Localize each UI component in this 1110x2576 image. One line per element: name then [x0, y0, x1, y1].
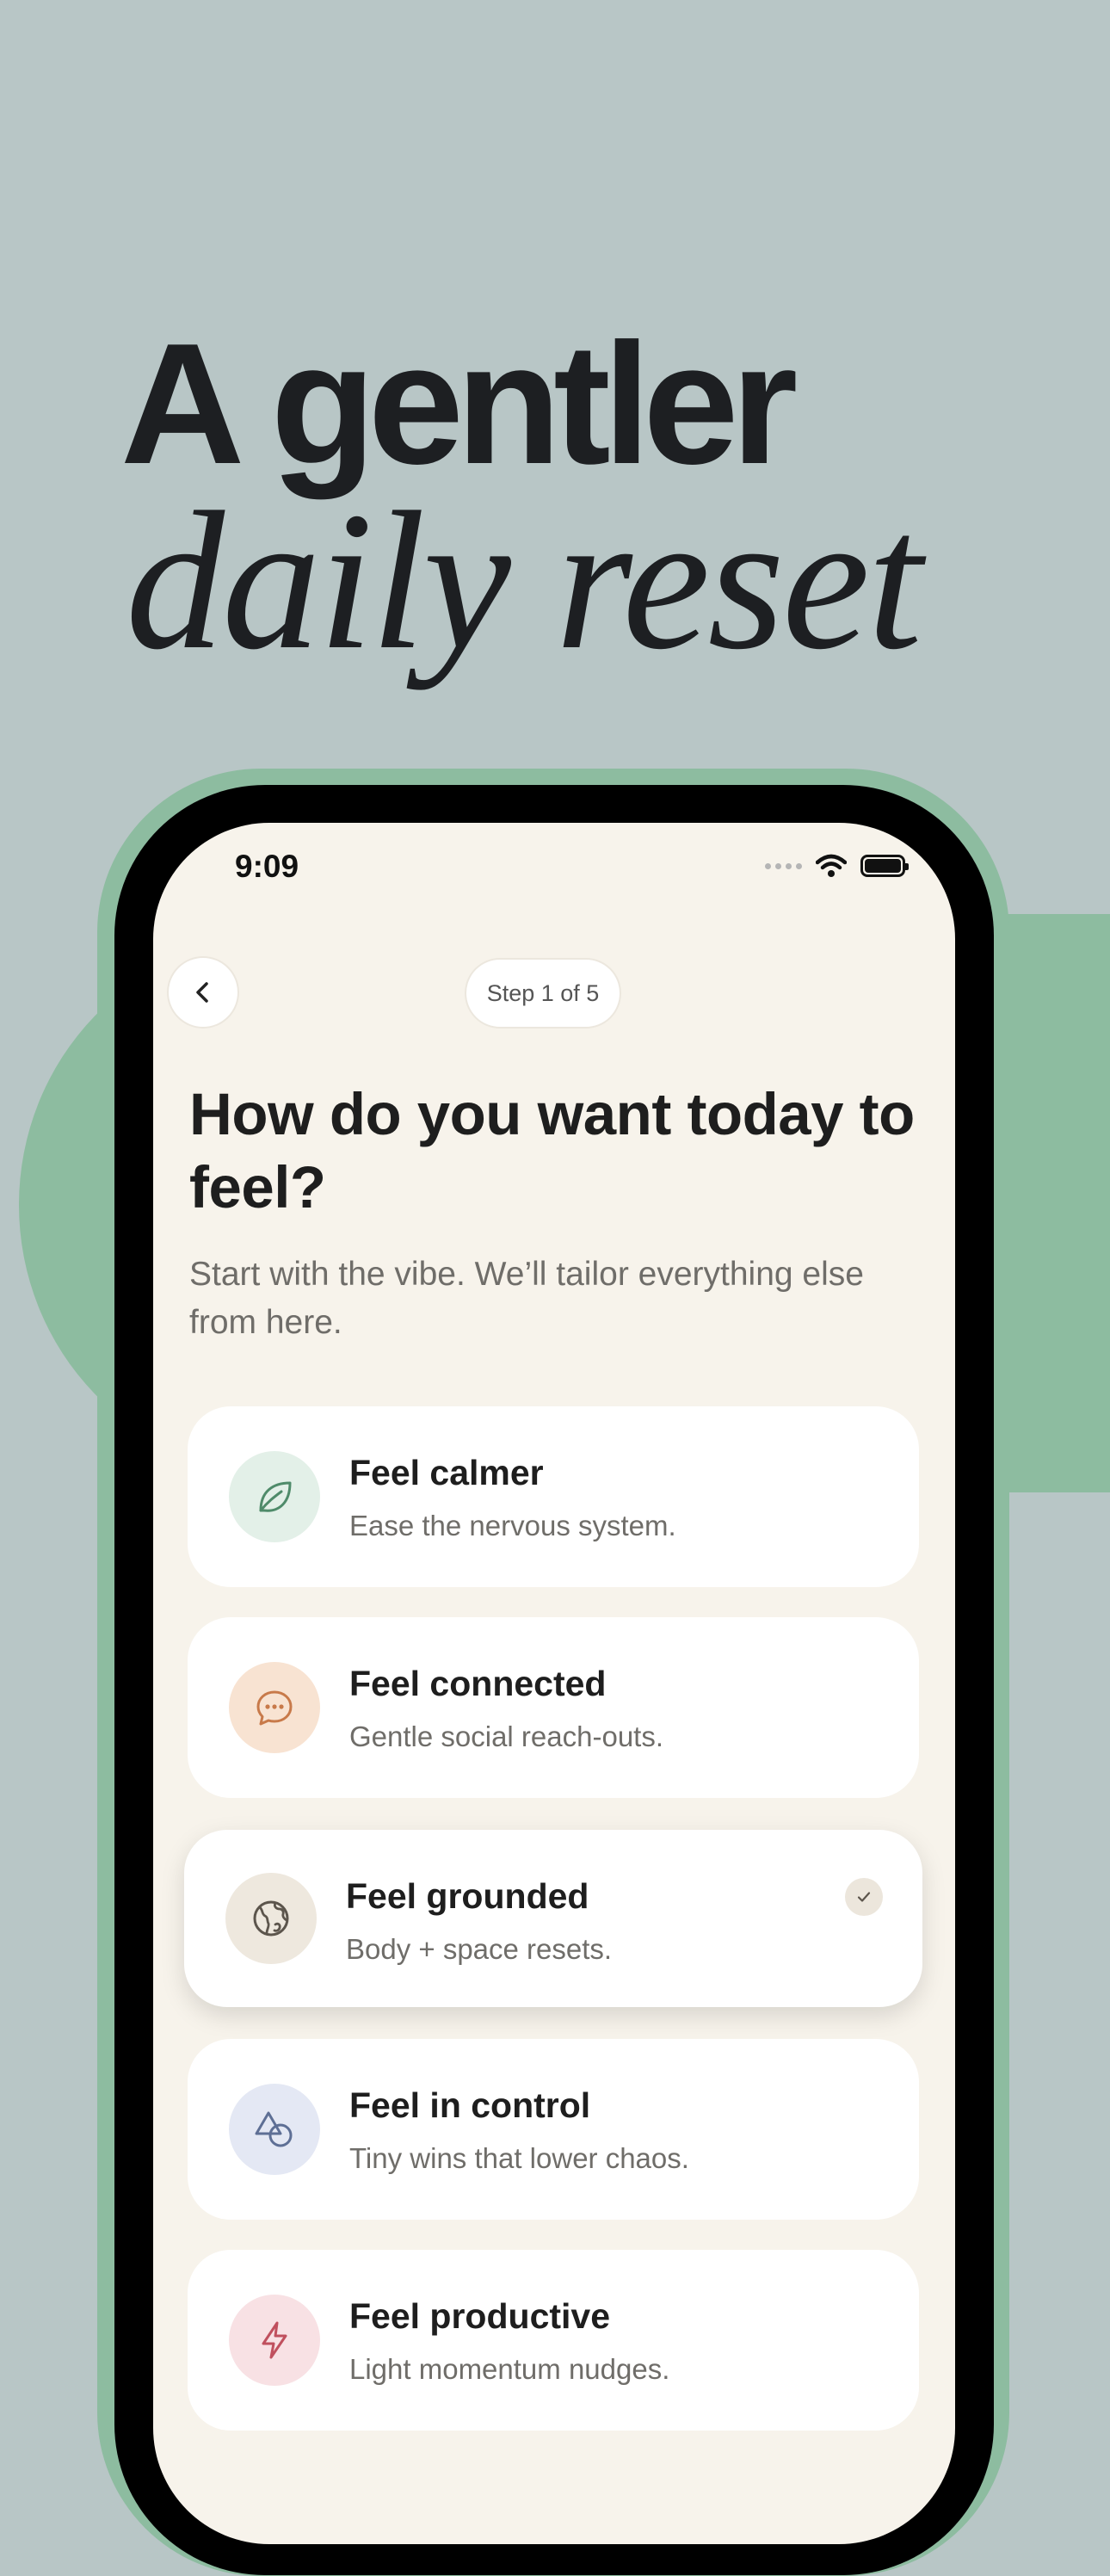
- page-subtitle: Start with the vibe. We’ll tailor everyt…: [189, 1256, 864, 1341]
- option-title: Feel in control: [349, 2085, 591, 2125]
- option-feel-in-control[interactable]: Feel in control Tiny wins that lower cha…: [188, 2039, 919, 2220]
- option-icon-bg: [229, 1662, 320, 1753]
- option-title: Feel grounded: [346, 1876, 589, 1916]
- option-feel-grounded[interactable]: Feel grounded Body + space resets.: [184, 1830, 922, 2007]
- option-feel-connected[interactable]: Feel connected Gentle social reach-outs.: [188, 1617, 919, 1798]
- selected-check-badge: [845, 1878, 883, 1916]
- chevron-left-icon: [196, 982, 208, 1003]
- shapes-icon: [255, 2111, 293, 2147]
- hero-headline: A gentler daily reset: [120, 308, 922, 690]
- phone-screen: 9:09 Step 1 of 5 How do you want today t…: [153, 823, 955, 2544]
- option-desc: Tiny wins that lower chaos.: [349, 2142, 689, 2174]
- option-icon-bg: [229, 1451, 320, 1542]
- option-icon-bg: [229, 2295, 320, 2386]
- hero-line-2: daily reset: [126, 471, 922, 690]
- option-desc: Gentle social reach-outs.: [349, 1720, 664, 1752]
- battery-icon: [860, 855, 909, 877]
- step-indicator: Step 1 of 5: [465, 958, 621, 1029]
- option-title: Feel connected: [349, 1664, 607, 1703]
- option-desc: Ease the nervous system.: [349, 1510, 676, 1541]
- option-desc: Body + space resets.: [346, 1933, 613, 1965]
- signal-icon: [765, 862, 802, 869]
- page-title: How do you want today to feel?: [189, 1081, 915, 1220]
- option-title: Feel calmer: [349, 1453, 544, 1492]
- chat-bubble-icon: [256, 1690, 293, 1726]
- checkmark-icon: [857, 1892, 871, 1902]
- status-time: 9:09: [235, 849, 299, 884]
- option-icon-bg: [229, 2084, 320, 2175]
- leaf-icon: [259, 1481, 292, 1512]
- option-title: Feel productive: [349, 2296, 611, 2336]
- option-icon-bg: [225, 1873, 317, 1964]
- status-icons: [765, 854, 909, 878]
- back-button[interactable]: [167, 956, 239, 1029]
- wifi-icon: [816, 854, 847, 877]
- option-desc: Light momentum nudges.: [349, 2353, 670, 2385]
- hero-line-1: A gentler: [120, 308, 798, 500]
- option-feel-calmer[interactable]: Feel calmer Ease the nervous system.: [188, 1406, 919, 1587]
- lightning-icon: [262, 2321, 287, 2359]
- option-feel-productive[interactable]: Feel productive Light momentum nudges.: [188, 2250, 919, 2431]
- globe-icon: [253, 1900, 289, 1937]
